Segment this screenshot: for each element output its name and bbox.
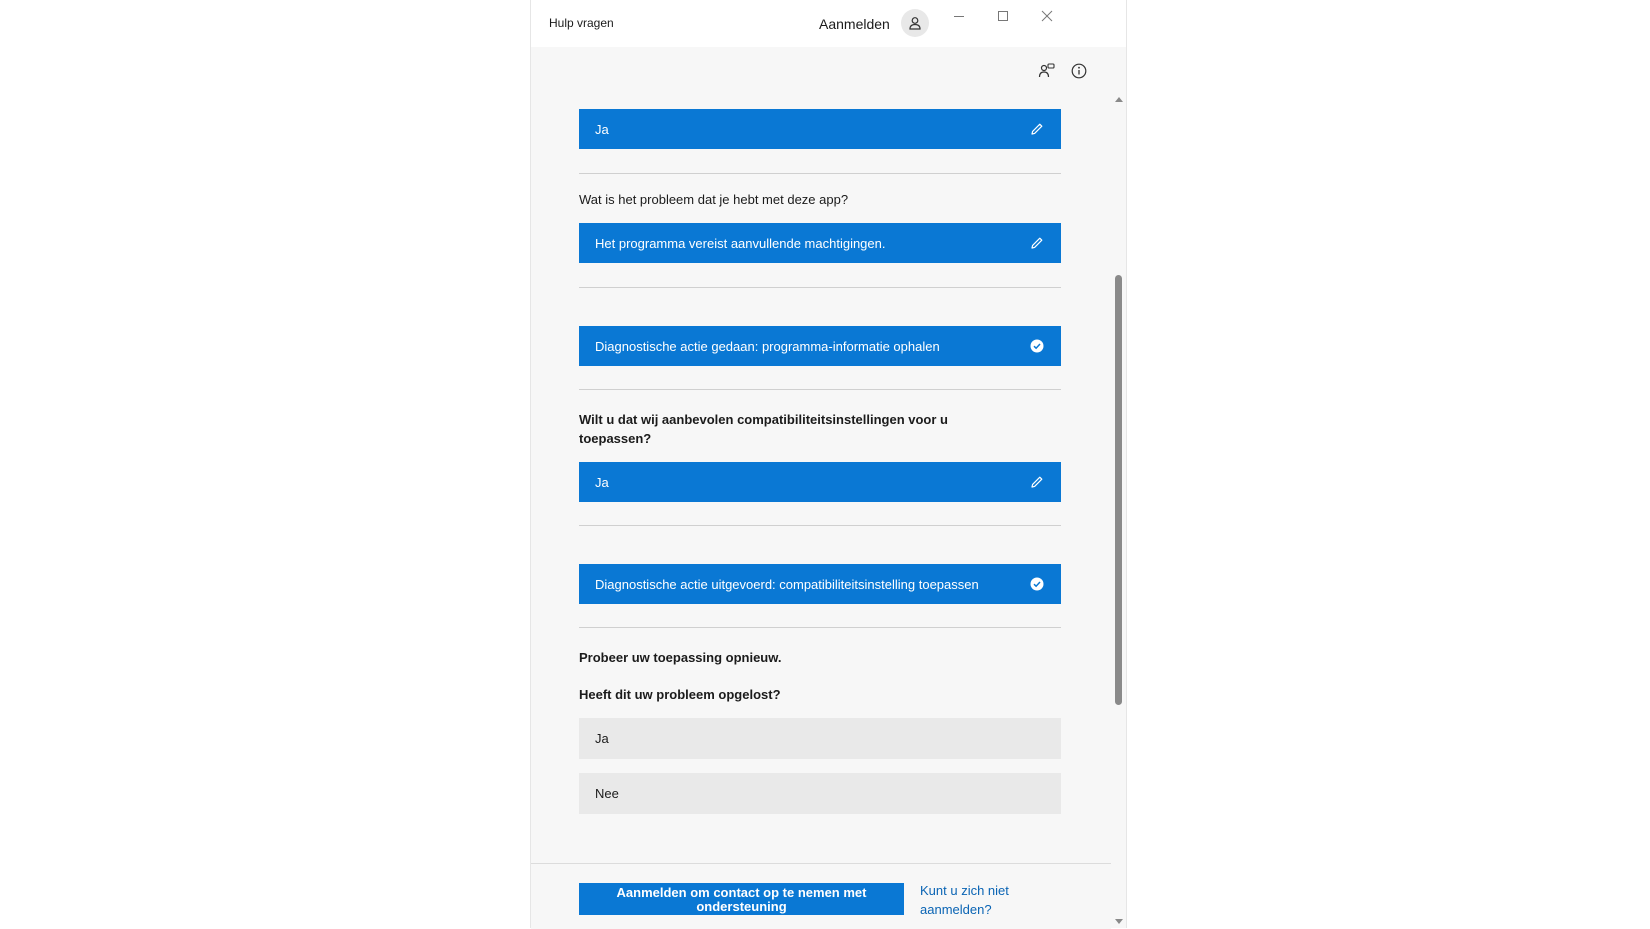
retry-text: Probeer uw toepassing opnieuw. [579, 650, 782, 665]
checkmark-icon [1027, 336, 1047, 356]
divider [579, 525, 1061, 526]
minimize-icon[interactable] [947, 6, 971, 26]
diagnostic-card-1: Diagnostische actie gedaan: programma-in… [579, 326, 1061, 366]
scroll-thumb[interactable] [1115, 275, 1122, 705]
info-icon[interactable] [1068, 60, 1090, 82]
answer-text: Het programma vereist aanvullende machti… [595, 235, 886, 251]
edit-icon[interactable] [1027, 472, 1047, 492]
question-solved: Heeft dit uw probleem opgelost? [579, 687, 781, 702]
answer-text: Ja [595, 474, 609, 490]
maximize-icon[interactable] [991, 6, 1015, 26]
chat-content: Ja Wat is het probleem dat je hebt met d… [531, 47, 1111, 863]
edit-icon[interactable] [1027, 119, 1047, 139]
question-compat: Wilt u dat wij aanbevolen compatibilitei… [579, 412, 948, 446]
diagnostic-text: Diagnostische actie gedaan: programma-in… [595, 338, 940, 354]
question-problem: Wat is het probleem dat je hebt met deze… [579, 192, 849, 207]
close-icon[interactable] [1035, 6, 1059, 26]
answer-text: Ja [595, 121, 609, 137]
diagnostic-card-2: Diagnostische actie uitgevoerd: compatib… [579, 564, 1061, 604]
option-no[interactable]: Nee [579, 773, 1061, 814]
cant-signin-link[interactable]: Kunt u zich niet aanmelden? [920, 881, 1040, 919]
contact-support-button[interactable]: Aanmelden om contact op te nemen met ond… [579, 883, 904, 915]
scroll-up-icon[interactable] [1114, 95, 1124, 103]
answer-card-1: Ja [579, 109, 1061, 149]
divider [579, 173, 1061, 174]
checkmark-icon [1027, 574, 1047, 594]
answer-card-problem: Het programma vereist aanvullende machti… [579, 223, 1061, 263]
signin-link[interactable]: Aanmelden [819, 16, 890, 32]
app-title: Hulp vragen [549, 16, 614, 30]
share-icon[interactable] [1036, 60, 1058, 82]
answer-card-compat: Ja [579, 462, 1061, 502]
app-window: Hulp vragen Aanmelden Ja Wat is het prob… [530, 0, 1127, 929]
divider [579, 389, 1061, 390]
diagnostic-text: Diagnostische actie uitgevoerd: compatib… [595, 576, 979, 592]
edit-icon[interactable] [1027, 233, 1047, 253]
scroll-down-icon[interactable] [1114, 918, 1124, 926]
footer: Aanmelden om contact op te nemen met ond… [531, 863, 1111, 929]
scrollbar[interactable] [1111, 47, 1126, 928]
option-yes[interactable]: Ja [579, 718, 1061, 759]
person-icon[interactable] [901, 9, 929, 37]
divider [579, 287, 1061, 288]
title-bar: Hulp vragen Aanmelden [531, 0, 1126, 47]
divider [579, 627, 1061, 628]
